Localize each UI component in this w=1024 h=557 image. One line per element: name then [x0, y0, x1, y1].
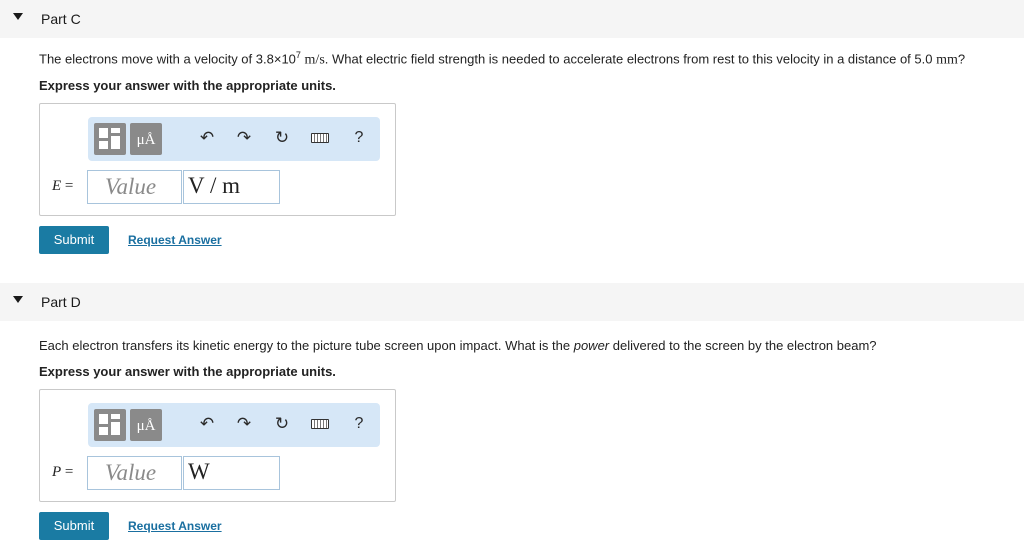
undo-icon[interactable]: ↶: [196, 127, 218, 149]
part-d-title: Part D: [41, 294, 81, 310]
template-button[interactable]: [94, 123, 126, 155]
reset-icon[interactable]: ↻: [271, 127, 293, 149]
part-c-question: The electrons move with a velocity of 3.…: [39, 50, 966, 68]
submit-button[interactable]: Submit: [39, 226, 109, 254]
part-c-answer-box: μÅ ↶ ↷ ↻ ? E = V / m: [39, 103, 396, 216]
help-icon[interactable]: ?: [348, 127, 370, 149]
redo-icon[interactable]: ↷: [233, 413, 255, 435]
part-d-question: Each electron transfers its kinetic ener…: [39, 338, 877, 353]
request-answer-link[interactable]: Request Answer: [128, 519, 222, 533]
units-button[interactable]: μÅ: [130, 409, 162, 441]
part-d-instruction: Express your answer with the appropriate…: [39, 364, 336, 379]
variable-label: E =: [52, 178, 74, 194]
undo-icon[interactable]: ↶: [196, 413, 218, 435]
value-input[interactable]: [87, 456, 182, 490]
caret-down-icon[interactable]: [13, 13, 23, 20]
math-toolbar: μÅ ↶ ↷ ↻ ?: [88, 117, 380, 161]
keyboard-icon[interactable]: [309, 127, 331, 149]
redo-icon[interactable]: ↷: [233, 127, 255, 149]
part-d-answer-box: μÅ ↶ ↷ ↻ ? P = W: [39, 389, 396, 502]
value-input[interactable]: [87, 170, 182, 204]
math-toolbar: μÅ ↶ ↷ ↻ ?: [88, 403, 380, 447]
units-button[interactable]: μÅ: [130, 123, 162, 155]
request-answer-link[interactable]: Request Answer: [128, 233, 222, 247]
part-c-title: Part C: [41, 11, 81, 27]
part-d-header[interactable]: Part D: [0, 283, 1024, 321]
reset-icon[interactable]: ↻: [271, 413, 293, 435]
unit-input[interactable]: W: [183, 456, 280, 490]
part-c-instruction: Express your answer with the appropriate…: [39, 78, 336, 93]
part-c-header[interactable]: Part C: [0, 0, 1024, 38]
keyboard-icon[interactable]: [309, 413, 331, 435]
variable-label: P =: [52, 464, 74, 480]
caret-down-icon[interactable]: [13, 296, 23, 303]
unit-input[interactable]: V / m: [183, 170, 280, 204]
help-icon[interactable]: ?: [348, 413, 370, 435]
template-button[interactable]: [94, 409, 126, 441]
submit-button[interactable]: Submit: [39, 512, 109, 540]
